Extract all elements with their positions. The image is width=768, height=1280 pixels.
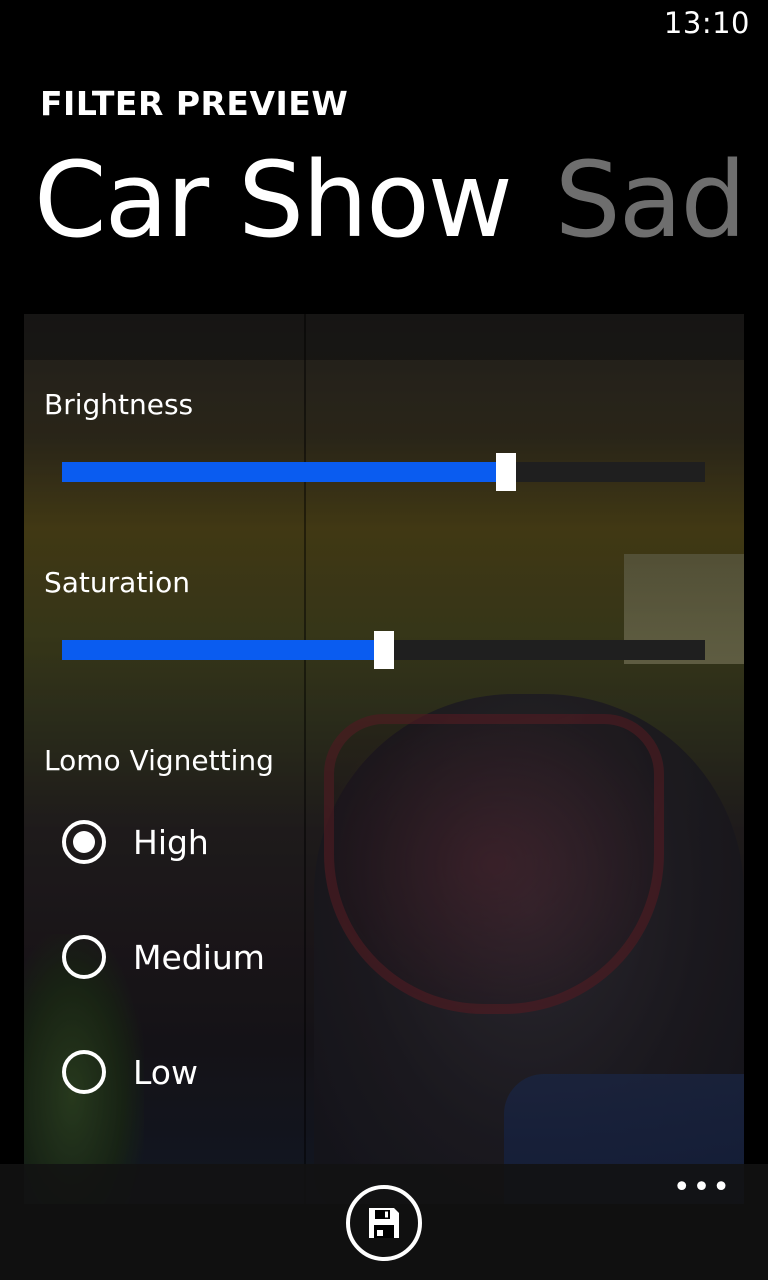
brightness-thumb[interactable] <box>495 453 516 491</box>
brightness-label: Brightness <box>44 388 194 421</box>
radio-medium-label: Medium <box>133 937 265 977</box>
radio-high-label: High <box>133 822 209 862</box>
radio-high-circle[interactable] <box>62 820 106 864</box>
saturation-thumb[interactable] <box>373 631 394 669</box>
more-menu-button[interactable]: ••• <box>673 1173 732 1203</box>
saturation-slider[interactable] <box>62 631 705 669</box>
radio-low-label: Low <box>133 1052 198 1092</box>
radio-low-circle[interactable] <box>62 1050 106 1094</box>
radio-medium[interactable]: Medium <box>62 931 265 983</box>
saturation-label: Saturation <box>44 566 190 599</box>
brightness-slider[interactable] <box>62 453 705 491</box>
saturation-fill <box>62 640 384 660</box>
brightness-fill <box>62 462 506 482</box>
pivot-item-sad[interactable]: Sad <box>555 140 747 260</box>
filter-preview-screen: 13:10 FILTER PREVIEW Car Show Sad Brightn… <box>0 0 768 1280</box>
pivot-item-car-show[interactable]: Car Show <box>34 140 513 260</box>
radio-low[interactable]: Low <box>62 1046 198 1098</box>
app-title: FILTER PREVIEW <box>40 84 349 123</box>
pivot-header: Car Show Sad <box>34 140 768 260</box>
radio-high[interactable]: High <box>62 816 209 868</box>
radio-high-dot <box>73 831 95 853</box>
save-icon <box>369 1208 399 1238</box>
status-time: 13:10 <box>663 6 750 40</box>
save-button[interactable] <box>346 1185 422 1261</box>
vignetting-label: Lomo Vignetting <box>44 744 274 777</box>
app-bar: ••• <box>0 1164 768 1280</box>
radio-medium-circle[interactable] <box>62 935 106 979</box>
